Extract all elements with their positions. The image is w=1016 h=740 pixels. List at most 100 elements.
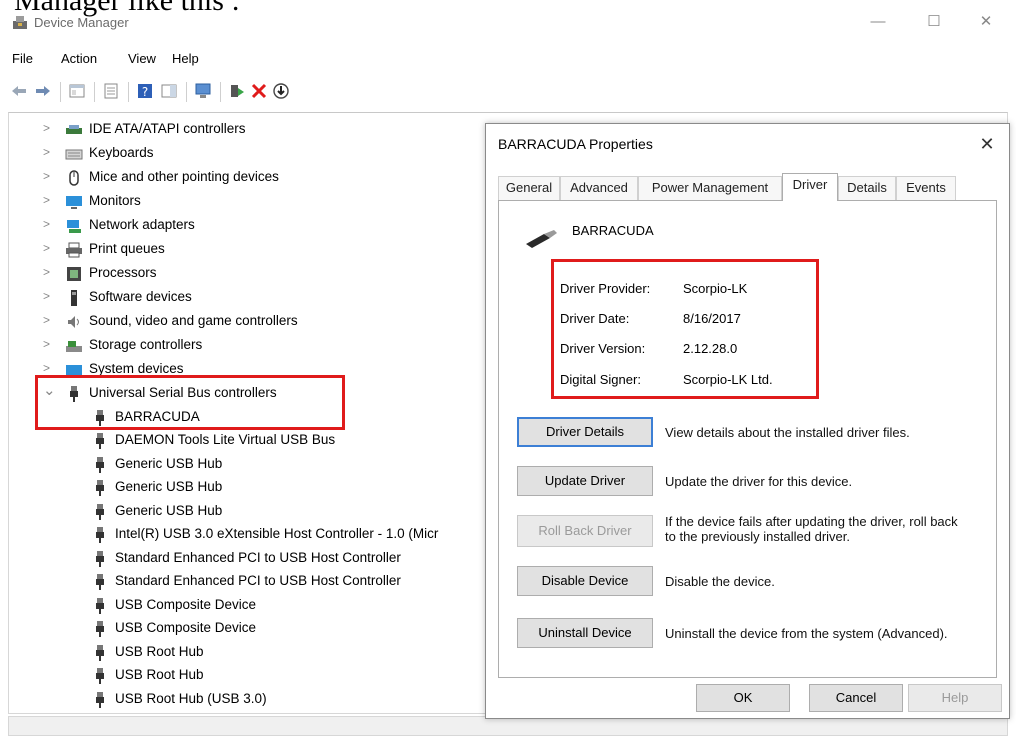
- usb-device-generic-hub-2[interactable]: Generic USB Hub: [9, 477, 479, 499]
- system-device-icon: [66, 365, 82, 375]
- usb-drive-icon: [526, 230, 557, 248]
- tree-category-mice[interactable]: > Mice and other pointing devices: [9, 167, 479, 189]
- chevron-right-icon[interactable]: >: [43, 313, 55, 327]
- close-button[interactable]: ✕: [966, 8, 1006, 36]
- chevron-right-icon[interactable]: >: [43, 337, 55, 351]
- back-arrow-icon[interactable]: [10, 82, 28, 100]
- menu-action[interactable]: Action: [61, 51, 97, 66]
- usb-device-icon: [96, 598, 104, 614]
- roll-back-driver-desc: If the device fails after updating the d…: [665, 514, 958, 544]
- scan-hardware-icon[interactable]: [194, 82, 212, 100]
- storage-controller-icon: [66, 341, 82, 352]
- uninstall-device-icon[interactable]: [250, 82, 268, 100]
- usb-device-composite-2[interactable]: USB Composite Device: [9, 618, 479, 640]
- properties-dialog: BARRACUDA Properties ✕ General Advanced …: [485, 123, 1010, 719]
- usb-device-generic-hub-1[interactable]: Generic USB Hub: [9, 454, 479, 476]
- menu-help[interactable]: Help: [172, 51, 199, 66]
- chevron-right-icon[interactable]: >: [43, 265, 55, 279]
- help-button[interactable]: Help: [908, 684, 1002, 712]
- tab-advanced[interactable]: Advanced: [560, 176, 638, 200]
- uninstall-device-button[interactable]: Uninstall Device: [517, 618, 653, 648]
- update-driver-icon[interactable]: [228, 82, 246, 100]
- tree-category-sound[interactable]: > Sound, video and game controllers: [9, 311, 479, 333]
- usb-device-icon: [96, 692, 104, 708]
- caption-text: Manager like this :: [14, 0, 240, 17]
- menu-view[interactable]: View: [128, 51, 156, 66]
- menu-bar: File Action View Help: [0, 48, 1016, 72]
- uninstall-device-desc: Uninstall the device from the system (Ad…: [665, 626, 948, 641]
- usb-device-icon: [96, 504, 104, 520]
- tree-category-monitors[interactable]: > Monitors: [9, 191, 479, 213]
- tree-category-software-devices[interactable]: > Software devices: [9, 287, 479, 309]
- dialog-title: BARRACUDA Properties: [498, 136, 653, 152]
- printer-icon: [66, 242, 82, 258]
- update-driver-button[interactable]: Update Driver: [517, 466, 653, 496]
- usb-device-icon: [96, 551, 104, 567]
- tree-category-network[interactable]: > Network adapters: [9, 215, 479, 237]
- chevron-right-icon[interactable]: >: [43, 217, 55, 231]
- tree-category-storage[interactable]: > Storage controllers: [9, 335, 479, 357]
- highlight-box-usb: [35, 375, 345, 430]
- maximize-button[interactable]: ☐: [914, 8, 954, 36]
- tree-category-processors[interactable]: > Processors: [9, 263, 479, 285]
- show-hide-console-tree-icon[interactable]: [68, 82, 86, 100]
- update-driver-desc: Update the driver for this device.: [665, 474, 853, 489]
- chevron-right-icon[interactable]: >: [43, 169, 55, 183]
- software-device-icon: [71, 290, 77, 306]
- usb-device-icon: [96, 645, 104, 661]
- tree-category-ide[interactable]: > IDE ATA/ATAPI controllers: [9, 119, 479, 141]
- usb-device-generic-hub-3[interactable]: Generic USB Hub: [9, 501, 479, 523]
- tab-details[interactable]: Details: [838, 176, 896, 200]
- enable-device-icon[interactable]: [272, 82, 290, 100]
- disable-device-desc: Disable the device.: [665, 574, 775, 589]
- driver-details-desc: View details about the installed driver …: [665, 425, 910, 440]
- driver-details-button[interactable]: Driver Details: [517, 417, 653, 447]
- usb-device-icon: [96, 668, 104, 684]
- chevron-right-icon[interactable]: >: [43, 193, 55, 207]
- dialog-close-button[interactable]: ✕: [973, 130, 1001, 158]
- tree-category-print-queues[interactable]: > Print queues: [9, 239, 479, 261]
- disable-device-button[interactable]: Disable Device: [517, 566, 653, 596]
- highlight-box-driver-info: [551, 259, 819, 399]
- speaker-icon: [68, 316, 79, 328]
- properties-icon[interactable]: [102, 82, 120, 100]
- usb-device-pci-host-2[interactable]: Standard Enhanced PCI to USB Host Contro…: [9, 571, 479, 593]
- menu-file[interactable]: File: [12, 51, 33, 66]
- tab-events[interactable]: Events: [896, 176, 956, 200]
- usb-device-intel-xhci[interactable]: Intel(R) USB 3.0 eXtensible Host Control…: [9, 524, 485, 546]
- roll-back-driver-button[interactable]: Roll Back Driver: [517, 515, 653, 547]
- tab-general[interactable]: General: [498, 176, 560, 200]
- processor-icon: [67, 267, 81, 281]
- cancel-button[interactable]: Cancel: [809, 684, 903, 712]
- chevron-right-icon[interactable]: >: [43, 145, 55, 159]
- svg-text:?: ?: [142, 85, 148, 99]
- usb-device-composite-1[interactable]: USB Composite Device: [9, 595, 479, 617]
- chevron-right-icon[interactable]: >: [43, 361, 55, 375]
- ide-controller-icon: [66, 125, 82, 134]
- usb-device-daemon[interactable]: DAEMON Tools Lite Virtual USB Bus: [9, 430, 479, 452]
- tab-power-management[interactable]: Power Management: [638, 176, 782, 200]
- usb-device-pci-host-1[interactable]: Standard Enhanced PCI to USB Host Contro…: [9, 548, 479, 570]
- usb-device-root-hub-1[interactable]: USB Root Hub: [9, 642, 479, 664]
- tree-category-keyboards[interactable]: > Keyboards: [9, 143, 479, 165]
- help-icon[interactable]: ?: [136, 82, 154, 100]
- action-pane-icon[interactable]: [160, 82, 178, 100]
- minimize-button[interactable]: —: [858, 8, 898, 36]
- chevron-right-icon[interactable]: >: [43, 121, 55, 135]
- toolbar: ?: [0, 78, 1016, 106]
- monitor-icon: [66, 196, 82, 209]
- forward-arrow-icon[interactable]: [34, 82, 52, 100]
- device-name: BARRACUDA: [572, 223, 654, 238]
- usb-device-root-hub-2[interactable]: USB Root Hub: [9, 665, 479, 687]
- usb-device-icon: [96, 433, 104, 449]
- tree-category-system-devices[interactable]: > System devices: [9, 359, 479, 375]
- usb-device-root-hub-3[interactable]: USB Root Hub (USB 3.0): [9, 689, 479, 711]
- usb-device-icon: [96, 621, 104, 637]
- chevron-right-icon[interactable]: >: [43, 241, 55, 255]
- network-adapter-icon: [67, 220, 81, 233]
- ok-button[interactable]: OK: [696, 684, 790, 712]
- tab-driver[interactable]: Driver: [782, 173, 838, 201]
- mouse-icon: [69, 170, 79, 186]
- chevron-right-icon[interactable]: >: [43, 289, 55, 303]
- usb-device-icon: [96, 527, 104, 543]
